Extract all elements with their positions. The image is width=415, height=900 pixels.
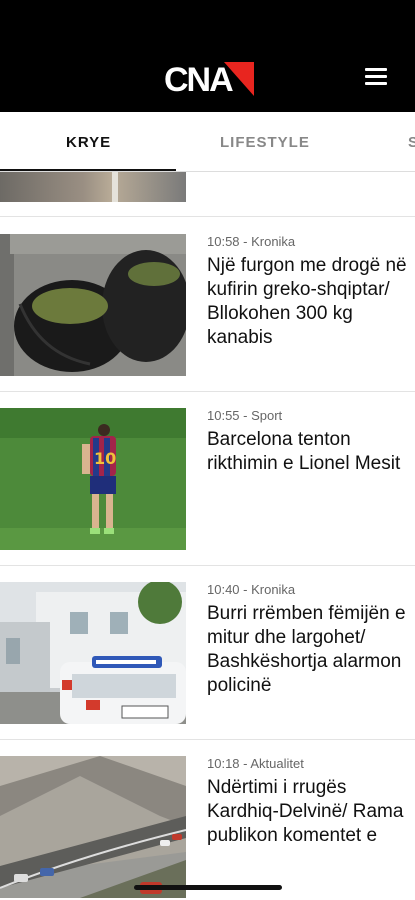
- tab-krye[interactable]: KRYE: [66, 112, 111, 171]
- tab-lifestyle[interactable]: LIFESTYLE: [220, 112, 310, 171]
- article-item[interactable]: 10 10:55 - Sport Barcelona tenton rikthi…: [0, 392, 415, 566]
- logo-mark-icon: [224, 62, 254, 96]
- article-item[interactable]: 10:18 - Aktualitet Ndërtimi i rrugës Kar…: [0, 740, 415, 900]
- article-thumbnail: [0, 234, 186, 376]
- article-title: Burri rrëmben fëmijën e mitur dhe largoh…: [207, 603, 406, 696]
- article-item[interactable]: 10:40 - Kronika Burri rrëmben fëmijën e …: [0, 566, 415, 740]
- article-title: Një furgon me drogë në kufirin greko-shq…: [207, 255, 407, 348]
- article-thumbnail: [0, 582, 186, 724]
- app-header: CNA: [0, 0, 415, 112]
- article-item[interactable]: 10:58 - Kronika Një furgon me drogë në k…: [0, 218, 415, 392]
- article-meta: 10:55 - Sport: [207, 408, 283, 423]
- tab-sport-partial[interactable]: S: [408, 112, 415, 171]
- article-meta: 10:40 - Kronika: [207, 582, 296, 597]
- article-thumbnail: [0, 172, 186, 202]
- article-thumbnail: [0, 756, 186, 898]
- article-meta: 10:18 - Aktualitet: [207, 756, 304, 771]
- article-title: Barcelona tenton rikthimin e Lionel Mesi…: [207, 429, 401, 474]
- svg-text:10: 10: [94, 449, 116, 468]
- article-title: Ndërtimi i rrugës Kardhiq-Delvinë/ Rama …: [207, 777, 404, 846]
- article-thumbnail: 10: [0, 408, 186, 550]
- home-indicator[interactable]: [134, 885, 282, 890]
- article-meta: 10:58 - Kronika: [207, 234, 296, 249]
- hamburger-menu-icon[interactable]: [365, 68, 387, 86]
- category-tabs: KRYE LIFESTYLE S: [0, 112, 415, 172]
- list-item[interactable]: [0, 172, 415, 217]
- cna-logo[interactable]: CNA: [164, 60, 254, 98]
